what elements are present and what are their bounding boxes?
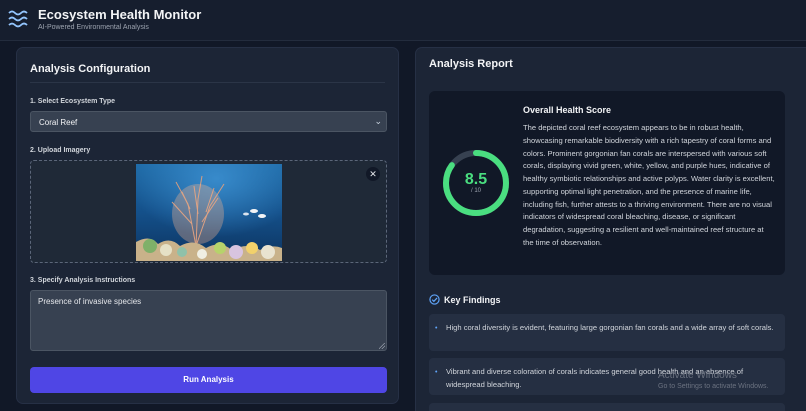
waves-icon	[8, 10, 28, 28]
divider	[30, 82, 385, 83]
run-analysis-button[interactable]: Run Analysis	[30, 367, 387, 393]
activate-windows-subtitle: Go to Settings to activate Windows.	[658, 383, 769, 390]
health-score-value: 8.5	[464, 171, 488, 188]
finding-item-partial	[429, 403, 785, 411]
image-upload-dropzone[interactable]: ✕	[30, 160, 387, 263]
bullet-icon: •	[435, 325, 438, 332]
finding-text: High coral diversity is evident, featuri…	[446, 323, 774, 332]
finding-item: • High coral diversity is evident, featu…	[429, 314, 785, 351]
ecosystem-select[interactable]: Coral Reef ⌄	[30, 111, 387, 132]
configuration-title: Analysis Configuration	[30, 63, 151, 75]
health-summary: The depicted coral reef ecosystem appear…	[523, 123, 775, 247]
app-title: Ecosystem Health Monitor	[38, 7, 202, 22]
remove-image-button[interactable]: ✕	[366, 167, 380, 181]
instructions-label: 3. Specify Analysis Instructions	[30, 277, 136, 284]
chevron-down-icon: ⌄	[374, 116, 382, 126]
activate-windows-title: Activate Windows	[658, 370, 737, 381]
report-panel: Analysis Report 8.5 / 10 Overall Health …	[415, 47, 806, 411]
check-circle-icon	[429, 294, 440, 305]
ecosystem-label: 1. Select Ecosystem Type	[30, 98, 116, 105]
app-header: Ecosystem Health Monitor AI-Powered Envi…	[0, 0, 806, 41]
key-findings-title: Key Findings	[444, 295, 501, 305]
bullet-icon: •	[435, 369, 438, 376]
health-score-title: Overall Health Score	[523, 105, 612, 115]
report-title: Analysis Report	[429, 58, 513, 70]
instructions-text: Presence of invasive species	[38, 297, 142, 306]
configuration-panel: Analysis Configuration 1. Select Ecosyst…	[16, 47, 399, 404]
ecosystem-select-value: Coral Reef	[39, 118, 78, 127]
app-subtitle: AI-Powered Environmental Analysis	[38, 24, 149, 31]
resize-handle-icon[interactable]	[379, 343, 385, 349]
uploaded-image-preview	[136, 164, 282, 261]
upload-label: 2. Upload Imagery	[30, 147, 91, 154]
health-score-card: 8.5 / 10 Overall Health Score The depict…	[429, 91, 785, 275]
instructions-textarea[interactable]: Presence of invasive species	[30, 290, 387, 351]
health-score-max: / 10	[470, 188, 481, 194]
